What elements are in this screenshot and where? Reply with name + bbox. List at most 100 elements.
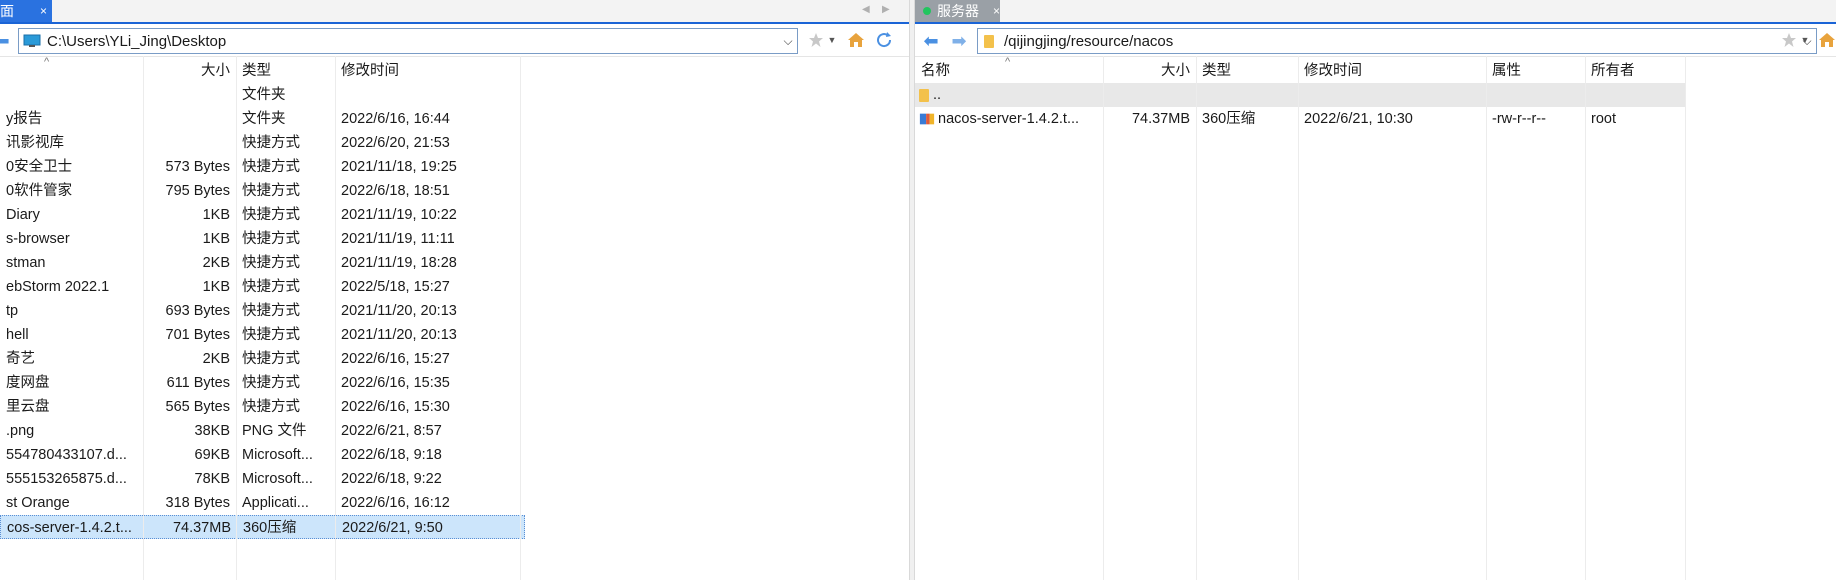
file-name: 555153265875.d... xyxy=(6,471,127,487)
remote-tab-bar: 服务器 × xyxy=(915,0,1836,24)
table-row[interactable]: 奇艺 2KB 快捷方式 2022/6/16, 15:27 xyxy=(0,347,520,371)
table-row[interactable]: 里云盘 565 Bytes 快捷方式 2022/6/16, 15:30 xyxy=(0,395,520,419)
table-row[interactable]: 0软件管家 795 Bytes 快捷方式 2022/6/18, 18:51 xyxy=(0,179,520,203)
column-name[interactable]: 名称 xyxy=(915,59,1103,83)
file-size: 1KB xyxy=(202,279,230,295)
star-icon[interactable] xyxy=(806,30,826,50)
file-size: 701 Bytes xyxy=(165,327,231,343)
parent-directory-row[interactable]: .. xyxy=(915,83,1685,107)
arrow-left-icon[interactable]: ⬅ xyxy=(0,29,14,53)
table-row[interactable]: st Orange 318 Bytes Applicati... 2022/6/16,… xyxy=(0,491,520,515)
file-size: 1KB xyxy=(202,231,230,247)
close-icon[interactable]: × xyxy=(993,4,1000,18)
table-row[interactable]: y报告 文件夹 2022/6/16, 16:44 xyxy=(0,107,520,131)
file-name: stman xyxy=(6,255,46,271)
file-size: 2KB xyxy=(202,351,230,367)
star-icon[interactable] xyxy=(1779,30,1799,50)
file-modified: 2022/6/20, 21:53 xyxy=(341,135,450,151)
close-icon[interactable]: × xyxy=(40,4,47,18)
file-type: 360压缩 xyxy=(1202,111,1256,127)
file-type: 快捷方式 xyxy=(242,279,300,295)
table-row[interactable]: 0安全卫士 573 Bytes 快捷方式 2021/11/18, 19:25 xyxy=(0,155,520,179)
file-modified: 2021/11/19, 18:28 xyxy=(341,255,457,271)
remote-path-input[interactable]: /qijingjing/resource/nacos ⌵ xyxy=(977,28,1817,54)
table-row[interactable]: tp 693 Bytes 快捷方式 2021/11/20, 20:13 xyxy=(0,299,520,323)
computer-icon xyxy=(23,34,41,47)
local-tab-label: 面 xyxy=(0,3,14,19)
file-name: 0软件管家 xyxy=(6,183,73,199)
table-row[interactable]: 555153265875.d... 78KB Microsoft... 2022/6/… xyxy=(0,467,520,491)
remote-tab[interactable]: 服务器 × xyxy=(915,0,1000,22)
file-modified: 2022/6/18, 18:51 xyxy=(341,183,450,199)
file-type: 快捷方式 xyxy=(242,207,300,223)
file-name: 0安全卫士 xyxy=(6,159,73,175)
file-modified: 2022/6/16, 15:27 xyxy=(341,351,450,367)
table-row[interactable]: 度网盘 611 Bytes 快捷方式 2022/6/16, 15:35 xyxy=(0,371,520,395)
file-type: 快捷方式 xyxy=(242,183,300,199)
table-row[interactable]: cos-server-1.4.2.t... 74.37MB 360压缩 2022/6/… xyxy=(0,515,525,539)
local-path-input[interactable]: C:\Users\YLi_Jing\Desktop ⌵ xyxy=(18,28,798,54)
folder-icon xyxy=(919,88,929,102)
file-name: .png xyxy=(6,423,35,439)
file-size: 74.37MB xyxy=(172,520,231,536)
file-size: 693 Bytes xyxy=(165,303,231,319)
table-row[interactable]: 文件夹 xyxy=(0,83,520,107)
bookmark-dropdown-icon[interactable]: ▼ xyxy=(826,30,838,50)
file-type: 快捷方式 xyxy=(242,135,300,151)
local-file-list: ^ 大小 类型 修改时间 文件夹 y报告 文件夹 2022/6/16, 16:44 讯影… xyxy=(0,56,909,580)
bookmark-dropdown-icon[interactable]: ▼ xyxy=(1799,30,1811,50)
file-type: 快捷方式 xyxy=(242,351,300,367)
file-owner xyxy=(1585,83,1685,107)
chevron-down-icon[interactable]: ⌵ xyxy=(779,34,797,49)
arrow-right-icon[interactable]: ➡ xyxy=(947,29,971,53)
file-modified: 2021/11/20, 20:13 xyxy=(341,303,457,319)
file-name: 554780433107.d... xyxy=(6,447,127,463)
table-row[interactable]: .png 38KB PNG 文件 2022/6/21, 8:57 xyxy=(0,419,520,443)
column-size[interactable]: 大小 xyxy=(143,59,236,83)
table-row[interactable]: Diary 1KB 快捷方式 2021/11/19, 10:22 xyxy=(0,203,520,227)
file-attributes xyxy=(1486,83,1585,107)
table-row[interactable]: stman 2KB 快捷方式 2021/11/19, 18:28 xyxy=(0,251,520,275)
table-row[interactable]: 讯影视库 快捷方式 2022/6/20, 21:53 xyxy=(0,131,520,155)
file-size: 1KB xyxy=(202,207,230,223)
column-size[interactable]: 大小 xyxy=(1103,59,1196,83)
file-size: 2KB xyxy=(202,255,230,271)
column-name[interactable] xyxy=(0,59,143,83)
file-size: 74.37MB xyxy=(1131,111,1190,127)
column-modified[interactable]: 修改时间 xyxy=(1298,59,1486,83)
file-size xyxy=(143,83,236,107)
table-row[interactable]: 554780433107.d... 69KB Microsoft... 2022/6/… xyxy=(0,443,520,467)
file-modified: 2022/6/18, 9:18 xyxy=(341,447,442,463)
file-modified: 2022/6/21, 9:50 xyxy=(342,520,443,536)
table-row[interactable]: hell 701 Bytes 快捷方式 2021/11/20, 20:13 xyxy=(0,323,520,347)
tab-scroll-left-icon[interactable]: ◀ xyxy=(862,4,870,15)
file-modified xyxy=(335,83,520,107)
column-modified[interactable]: 修改时间 xyxy=(335,59,520,83)
file-name: 里云盘 xyxy=(6,399,50,415)
column-type[interactable]: 类型 xyxy=(236,59,335,83)
file-size: 611 Bytes xyxy=(166,375,230,391)
file-type: 快捷方式 xyxy=(242,327,300,343)
file-name: .. xyxy=(933,87,942,103)
tab-scroll-right-icon[interactable]: ▶ xyxy=(882,4,890,15)
file-modified: 2022/6/21, 10:30 xyxy=(1304,111,1413,127)
table-row[interactable]: nacos-server-1.4.2.t... 74.37MB 360压缩 2022/… xyxy=(915,107,1685,131)
file-modified xyxy=(1298,83,1486,107)
file-type: 快捷方式 xyxy=(242,399,300,415)
file-type: Microsoft... xyxy=(242,447,313,463)
home-icon[interactable] xyxy=(1817,30,1836,50)
home-icon[interactable] xyxy=(846,30,866,50)
table-row[interactable]: ebStorm 2022.1 1KB 快捷方式 2022/5/18, 15:27 xyxy=(0,275,520,299)
file-modified: 2021/11/19, 11:11 xyxy=(341,231,455,247)
column-type[interactable]: 类型 xyxy=(1196,59,1298,83)
column-owner[interactable]: 所有者 xyxy=(1585,59,1685,83)
file-name: st Orange xyxy=(6,495,70,511)
refresh-icon[interactable] xyxy=(874,30,894,50)
arrow-left-icon[interactable]: ⬅ xyxy=(919,29,943,53)
file-name: s-browser xyxy=(6,231,70,247)
column-attributes[interactable]: 属性 xyxy=(1486,59,1585,83)
file-modified: 2022/6/18, 9:22 xyxy=(341,471,442,487)
local-tab[interactable]: 面 × xyxy=(0,0,52,22)
table-row[interactable]: s-browser 1KB 快捷方式 2021/11/19, 11:11 xyxy=(0,227,520,251)
file-size xyxy=(143,131,236,155)
